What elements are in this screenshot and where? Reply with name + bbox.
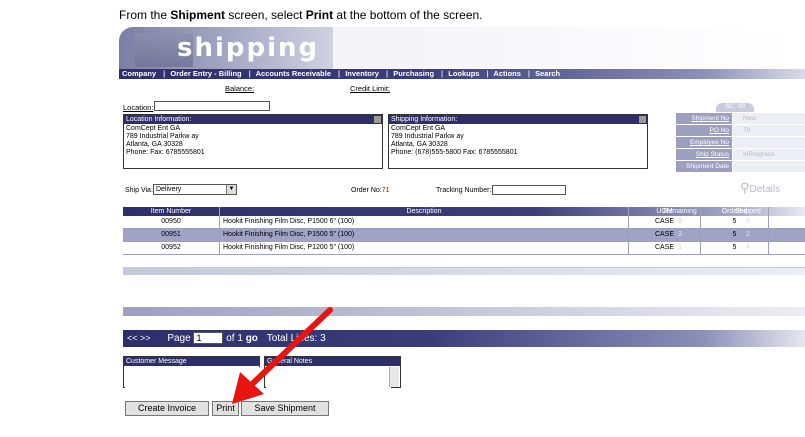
ship-via-value: Delivery bbox=[156, 186, 182, 193]
shipped-cell: 2 bbox=[746, 231, 750, 238]
search-icon: ⚲ bbox=[740, 180, 750, 195]
employee-no-value bbox=[733, 137, 805, 148]
nav-inventory[interactable]: Inventory bbox=[345, 69, 379, 78]
table-row-empty bbox=[123, 275, 805, 301]
shipping-info-panel: Shipping Information: ComCept Ent GA 789… bbox=[388, 114, 648, 169]
shipment-no-label[interactable]: Shipment No bbox=[676, 113, 732, 124]
main-nav: Company | Order Entry - Billing | Accounts… bbox=[119, 69, 805, 79]
shipping-info-header: Shipping Information: bbox=[389, 115, 647, 124]
location-line: Atlanta, GA 30328 bbox=[126, 141, 183, 148]
remaining-cell: 3 bbox=[678, 231, 682, 238]
app-title: shipping bbox=[177, 33, 320, 63]
employee-no-label[interactable]: Employee No bbox=[676, 137, 732, 148]
table-row-empty bbox=[123, 268, 805, 275]
po-no-label[interactable]: PO No bbox=[676, 125, 732, 136]
nav-actions[interactable]: Actions bbox=[493, 69, 521, 78]
shipment-date-value bbox=[733, 161, 805, 172]
location-line: ComCept Ent GA bbox=[126, 125, 181, 132]
remaining-cell: 1 bbox=[678, 244, 682, 251]
ship-via-label: Ship Via: bbox=[125, 187, 153, 194]
col-item-number[interactable]: Item Number bbox=[123, 207, 220, 216]
location-label[interactable]: Location: bbox=[123, 103, 153, 112]
shipping-line: 789 Industrial Parkw ay bbox=[391, 133, 464, 140]
tracking-label: Tracking Number: bbox=[436, 187, 492, 194]
location-info-panel: Location Information: ComCept Ent GA 789… bbox=[123, 114, 383, 169]
remaining-cell: 0 bbox=[678, 218, 682, 225]
instruction-text: From the Shipment screen, select Print a… bbox=[119, 8, 483, 22]
shipping-line: Atlanta, GA 30328 bbox=[391, 141, 448, 148]
po-no-value: 70 bbox=[733, 125, 805, 136]
create-invoice-button[interactable]: Create Invoice bbox=[125, 401, 209, 416]
shipment-no-value: New bbox=[733, 113, 805, 124]
credit-limit-link[interactable]: Credit Limit: bbox=[350, 84, 390, 93]
shipping-line: Phone: (678)555-5800 Fax: 6785555801 bbox=[391, 149, 518, 156]
nav-accounts-receivable[interactable]: Accounts Receivable bbox=[256, 69, 331, 78]
shipment-summary: Shipment No New PO No 70 Employee No Ship … bbox=[676, 113, 805, 173]
shipped-cell: 5 bbox=[746, 218, 750, 225]
location-info-header: Location Information: bbox=[124, 115, 382, 124]
header-fade bbox=[333, 27, 805, 70]
collapse-icon[interactable] bbox=[374, 116, 381, 123]
location-input[interactable] bbox=[154, 101, 270, 111]
scrollbar[interactable] bbox=[389, 367, 399, 387]
nav-lookups[interactable]: Lookups bbox=[448, 69, 479, 78]
location-line: Phone: Fax: 6785555801 bbox=[126, 149, 205, 156]
order-no-label: Order No: bbox=[351, 187, 382, 194]
nav-search[interactable]: Search bbox=[535, 69, 560, 78]
tracking-input[interactable] bbox=[492, 185, 566, 195]
collapse-icon[interactable] bbox=[639, 116, 646, 123]
col-remaining[interactable]: Remaining bbox=[646, 207, 714, 216]
location-line: 789 Industrial Parkw ay bbox=[126, 133, 199, 140]
pager-nav[interactable]: << >> bbox=[127, 333, 151, 343]
chevron-down-icon[interactable]: ▼ bbox=[226, 185, 236, 194]
app-banner: shipping bbox=[119, 27, 333, 70]
ship-status-value: InProgress bbox=[733, 149, 805, 160]
col-description[interactable]: Description bbox=[220, 207, 629, 216]
shipping-line: ComCept Ent GA bbox=[391, 125, 446, 132]
nav-purchasing[interactable]: Purchasing bbox=[393, 69, 434, 78]
shipped-cell: 4 bbox=[746, 244, 750, 251]
order-no: Order No:71 bbox=[351, 187, 390, 194]
red-arrow-icon bbox=[232, 307, 333, 404]
shipment-tab[interactable]: SC : 00 bbox=[716, 103, 754, 112]
table-row-empty bbox=[123, 255, 805, 268]
balance-link[interactable]: Balance: bbox=[225, 84, 254, 93]
nav-order-entry[interactable]: Order Entry - Billing bbox=[170, 69, 241, 78]
page-label: Page bbox=[167, 333, 191, 344]
ship-status-label[interactable]: Ship Status bbox=[676, 149, 732, 160]
details-link[interactable]: ⚲Details bbox=[740, 180, 780, 196]
order-no-value: 71 bbox=[381, 187, 390, 194]
ship-via-select[interactable]: Delivery ▼ bbox=[153, 184, 237, 195]
shipment-date-label: Shipment Date bbox=[676, 161, 732, 172]
col-shipped[interactable]: Shipped bbox=[714, 207, 782, 216]
nav-company[interactable]: Company bbox=[122, 69, 156, 78]
